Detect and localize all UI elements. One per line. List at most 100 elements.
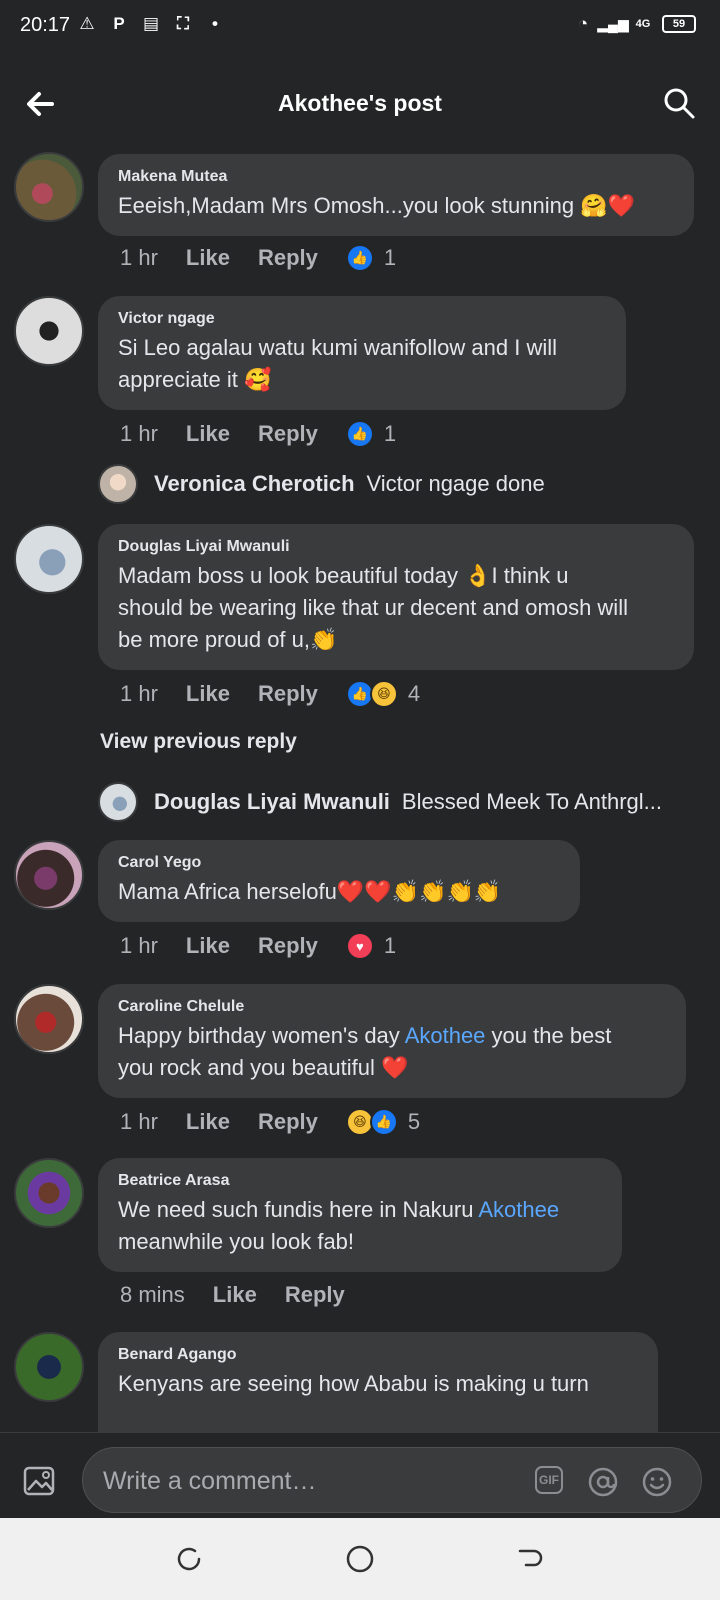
view-previous-reply-link[interactable]: View previous reply [100,730,297,754]
reaction-summary[interactable]: ♥ 1 [345,932,396,960]
gif-button[interactable]: GIF [535,1466,563,1494]
post-header: Akothee's post [0,64,720,144]
emoji-button[interactable] [641,1466,673,1498]
reply-preview[interactable]: Douglas Liyai Mwanuli Blessed Meek To An… [98,782,698,822]
reply-author[interactable]: Douglas Liyai Mwanuli [154,789,390,815]
comment-bubble[interactable]: Douglas Liyai Mwanuli Madam boss u look … [98,524,694,670]
avatar[interactable] [14,984,84,1054]
like-button[interactable]: Like [186,681,230,707]
comment-bubble[interactable]: Beatrice Arasa We need such fundis here … [98,1158,622,1272]
comment-input-box[interactable]: GIF [82,1447,702,1513]
love-reaction-icon: ♥ [345,932,374,960]
mention-link[interactable]: Akothee [405,1023,486,1048]
reply-button[interactable]: Reply [258,933,318,959]
comment-composer: GIF [0,1432,720,1519]
reply-text: Victor ngage done [366,471,545,496]
recent-apps-button[interactable] [172,1542,206,1576]
comment-text-segment: you the best [485,1023,612,1048]
comment-author[interactable]: Victor ngage [118,310,606,328]
comment-time: 1 hr [120,245,158,270]
comment-bubble[interactable]: Carol Yego Mama Africa herselofu❤️❤️👏👏👏👏 [98,840,580,922]
comment-text: Mama Africa herselofu❤️❤️👏👏👏👏 [118,879,502,904]
like-button[interactable]: Like [213,1282,257,1308]
comment-actions: 1 hr Like Reply 👍 1 [120,420,404,448]
comment-text-line: be more proud of u,👏 [118,627,338,652]
avatar[interactable] [14,524,84,594]
add-photo-button[interactable] [22,1463,58,1499]
comment-author[interactable]: Benard Agango [118,1346,638,1364]
parking-app-icon: P [113,14,125,33]
comment-time: 8 mins [120,1282,185,1307]
status-bar: 20:17 ⚠ P ▤ ⛶ • ◔ ▂▄▆ 4G 59 [0,0,720,54]
at-sign-icon [588,1467,618,1497]
reply-preview[interactable]: Veronica Cherotich Victor ngage done [98,464,545,504]
like-button[interactable]: Like [186,933,230,959]
avatar[interactable] [98,782,138,822]
screenshot-icon: ⛶ [177,14,189,33]
comment-text: Eeeish,Madam Mrs Omosh...you look stunni… [118,193,635,218]
comment-actions: 1 hr Like Reply 👍 1 [120,244,404,272]
comment-text: Kenyans are seeing how Ababu is making u… [118,1371,589,1396]
comment-author[interactable]: Carol Yego [118,854,560,872]
comment-actions: 1 hr Like Reply ♥ 1 [120,932,404,960]
reply-button[interactable]: Reply [285,1282,345,1308]
comment-actions: 1 hr Like Reply 😆 👍 5 [120,1108,428,1136]
reaction-summary[interactable]: 👍 1 [345,420,396,448]
comment-text-line: appreciate it 🥰 [118,367,272,392]
reaction-count: 4 [407,681,421,706]
comment-time: 1 hr [120,421,158,446]
mention-link[interactable]: Akothee [478,1197,559,1222]
comment-author[interactable]: Douglas Liyai Mwanuli [118,538,674,556]
comment-text-line: should be wearing like that ur decent an… [118,595,628,620]
reaction-summary[interactable]: 👍 1 [345,244,396,272]
home-circle-icon [346,1545,374,1573]
comment-text-line: Madam boss u look beautiful today 👌I thi… [118,563,569,588]
mention-button[interactable] [587,1466,619,1498]
comment-author[interactable]: Beatrice Arasa [118,1172,602,1190]
comment-bubble[interactable]: Victor ngage Si Leo agalau watu kumi wan… [98,296,626,410]
comment-time: 1 hr [120,681,158,706]
reply-button[interactable]: Reply [258,1109,318,1135]
reaction-summary[interactable]: 😆 👍 5 [345,1108,421,1136]
like-button[interactable]: Like [186,245,230,271]
comment-bubble[interactable]: Benard Agango Kenyans are seeing how Aba… [98,1332,658,1432]
comment-author[interactable]: Caroline Chelule [118,998,666,1016]
comment-text-segment: We need such fundis here in Nakuru [118,1197,479,1222]
comment-text-line: Happy birthday women's day Akothee you t… [118,1020,666,1052]
like-button[interactable]: Like [186,1109,230,1135]
comments-feed[interactable]: Makena Mutea Eeeish,Madam Mrs Omosh...yo… [0,152,720,1432]
system-navigation-bar [0,1518,720,1600]
comment-bubble[interactable]: Caroline Chelule Happy birthday women's … [98,984,686,1098]
data-saver-icon: ◔ [577,14,589,33]
avatar[interactable] [14,840,84,910]
like-button[interactable]: Like [186,421,230,447]
more-notifications-dot-icon: • [212,14,218,33]
reply-button[interactable]: Reply [258,421,318,447]
avatar[interactable] [14,1158,84,1228]
reply-button[interactable]: Reply [258,245,318,271]
reply-button[interactable]: Reply [258,681,318,707]
network-type-label: 4G [635,18,651,30]
haha-reaction-icon: 😆 [369,680,398,708]
like-reaction-icon: 👍 [345,244,374,272]
search-button[interactable] [662,86,696,120]
avatar[interactable] [14,1332,84,1402]
avatar[interactable] [14,296,84,366]
signal-icon: ▂▄▆ [597,15,629,32]
reply-text: Blessed Meek To Anthrgl... [401,789,662,814]
comment-input[interactable] [101,1462,525,1500]
back-nav-button[interactable] [512,1542,546,1576]
reaction-count: 5 [407,1109,421,1134]
news-app-icon: ▤ [142,14,160,33]
reply-author[interactable]: Veronica Cherotich [154,471,355,497]
avatar[interactable] [98,464,138,504]
comment-author[interactable]: Makena Mutea [118,168,674,186]
avatar[interactable] [14,152,84,222]
reaction-summary[interactable]: 👍 😆 4 [345,680,421,708]
like-reaction-icon: 👍 [369,1108,398,1136]
comment-bubble[interactable]: Makena Mutea Eeeish,Madam Mrs Omosh...yo… [98,154,694,236]
home-button[interactable] [343,1542,377,1576]
battery-icon: 59 [662,15,696,33]
comment-text-line: meanwhile you look fab! [118,1229,355,1254]
warning-icon: ⚠ [79,14,95,33]
